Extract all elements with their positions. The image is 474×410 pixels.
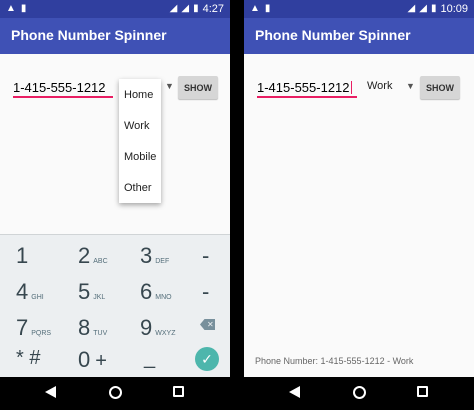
numeric-keypad: 1 2 ABC 3 DEF - 4 GHI 5 JKL 6 MNO - 7 PQ…: [0, 234, 230, 377]
key-1[interactable]: 1: [16, 243, 80, 279]
phone-number-input[interactable]: 1-415-555-1212: [13, 78, 113, 98]
screenshot-divider: [230, 0, 244, 410]
navigation-bar: [0, 377, 230, 410]
home-icon[interactable]: [353, 386, 366, 399]
key-4[interactable]: 4 GHI: [16, 279, 80, 315]
dropdown-item-other[interactable]: Other: [119, 172, 161, 203]
no-signal-icon: ◢: [169, 3, 178, 14]
done-check-icon[interactable]: ✓: [195, 347, 219, 371]
phone-screen-right: ▲ ▮ ◢ ◢ ▮ 10:09 Phone Number Spinner 1-4…: [244, 0, 474, 410]
key-3[interactable]: 3 DEF: [140, 243, 204, 279]
dropdown-item-work[interactable]: Work: [119, 110, 161, 141]
result-text: Phone Number: 1-415-555-1212 - Work: [255, 356, 414, 366]
app-bar: Phone Number Spinner: [244, 18, 474, 54]
app-title: Phone Number Spinner: [11, 27, 167, 43]
status-time: 10:09: [440, 3, 468, 15]
key-5[interactable]: 5 JKL: [78, 279, 142, 315]
key-7[interactable]: 7 PQRS: [16, 315, 80, 351]
navigation-bar: [244, 377, 474, 410]
key-dash-2[interactable]: -: [202, 279, 224, 315]
key-9[interactable]: 9 WXYZ: [140, 315, 204, 351]
phone-screen-left: ▲ ▮ ◢ ◢ ▮ 4:27 Phone Number Spinner 1-41…: [0, 0, 230, 410]
no-signal-icon: ◢: [407, 3, 416, 14]
show-button[interactable]: SHOW: [178, 76, 218, 99]
status-time: 4:27: [202, 3, 224, 15]
recents-icon[interactable]: [417, 386, 428, 397]
key-8[interactable]: 8 TUV: [78, 315, 142, 351]
dropdown-item-home[interactable]: Home: [119, 79, 161, 110]
key-dash[interactable]: -: [202, 243, 224, 279]
sim-card-icon: ▮: [264, 3, 271, 14]
phone-number-value: 1-415-555-1212: [257, 80, 350, 95]
chevron-down-icon[interactable]: ▼: [165, 81, 174, 91]
sim-card-icon: ▮: [20, 3, 27, 14]
battery-icon: ▮: [430, 3, 437, 14]
key-2[interactable]: 2 ABC: [78, 243, 142, 279]
status-bar: ▲ ▮ ◢ ◢ ▮ 10:09: [244, 0, 474, 18]
recents-icon[interactable]: [173, 386, 184, 397]
key-6[interactable]: 6 MNO: [140, 279, 204, 315]
show-button[interactable]: SHOW: [420, 76, 460, 99]
battery-icon: ▮: [193, 3, 199, 14]
dropdown-item-mobile[interactable]: Mobile: [119, 141, 161, 172]
warning-icon: ▲: [6, 3, 16, 14]
backspace-icon[interactable]: ✕: [200, 319, 218, 331]
back-icon[interactable]: [45, 386, 56, 398]
back-icon[interactable]: [289, 386, 300, 398]
home-icon[interactable]: [109, 386, 122, 399]
signal-icon: ◢: [181, 3, 190, 14]
phone-number-value: 1-415-555-1212: [13, 80, 106, 95]
status-bar: ▲ ▮ ◢ ◢ ▮ 4:27: [0, 0, 230, 18]
app-title: Phone Number Spinner: [255, 27, 411, 43]
text-cursor: [350, 81, 352, 94]
signal-icon: ◢: [419, 3, 427, 14]
app-bar: Phone Number Spinner: [0, 18, 230, 54]
label-dropdown-menu: Home Work Mobile Other: [119, 79, 161, 203]
warning-icon: ▲: [250, 3, 260, 14]
phone-number-input[interactable]: 1-415-555-1212: [257, 78, 357, 98]
label-spinner[interactable]: Work: [367, 80, 392, 92]
chevron-down-icon[interactable]: ▼: [406, 81, 415, 91]
